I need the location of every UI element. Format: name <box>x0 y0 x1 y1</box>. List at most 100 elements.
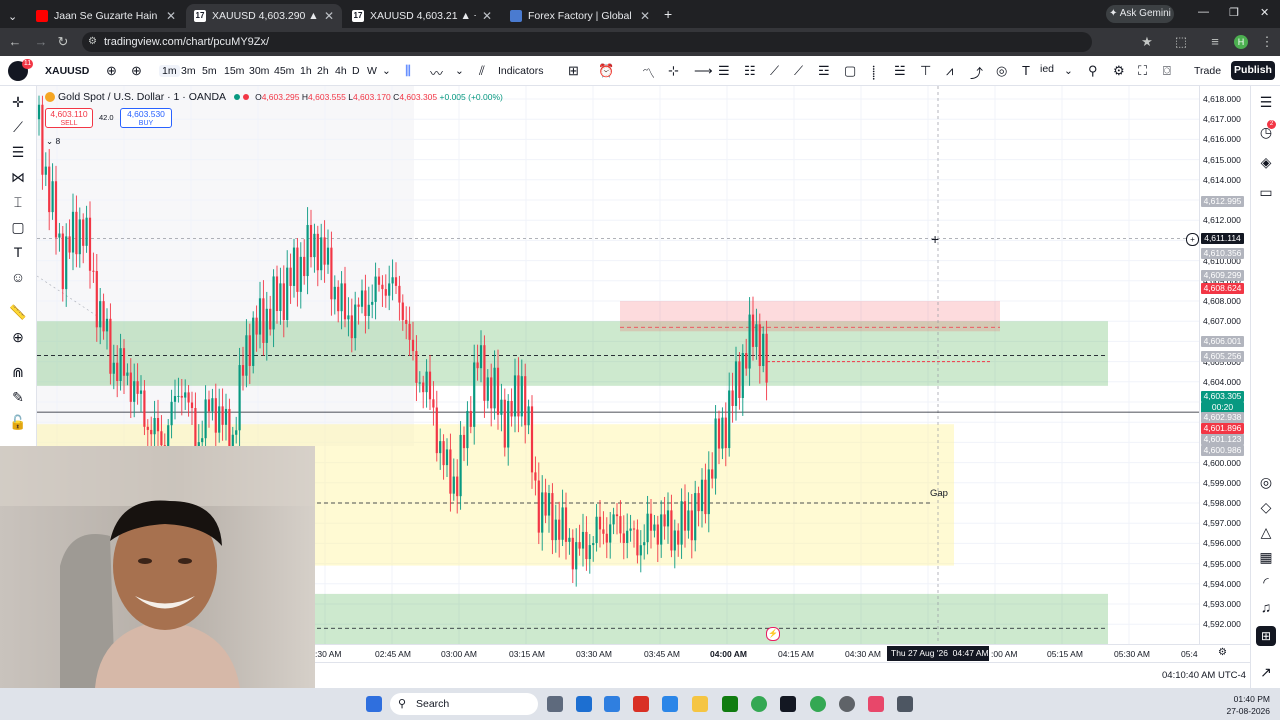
close-icon[interactable]: ✕ <box>640 9 650 23</box>
trend-line-icon[interactable]: ⟋ <box>770 63 779 79</box>
triangle-icon[interactable]: △ <box>1257 524 1275 541</box>
text-anchor-icon[interactable]: ⊤ <box>920 63 931 79</box>
tab-xauusd[interactable]: 17 XAUUSD 4,603.21 ▲ +0.19% U ✕ <box>344 4 500 28</box>
notifications-bell-icon[interactable]: ♫ <box>1257 599 1275 615</box>
text-tool-icon[interactable]: T <box>8 244 28 260</box>
line-chart-type-icon[interactable]: 〰 <box>430 63 443 82</box>
lock-icon[interactable]: 🔓 <box>8 414 28 431</box>
pattern-tool-icon[interactable]: 〽 <box>642 63 655 82</box>
timeframe-dropdown-icon[interactable]: ⌄ <box>382 65 391 77</box>
tab-xauusd-active[interactable]: 17 XAUUSD 4,603.290 ▲ +0.19% U ✕ <box>186 4 342 28</box>
curve-tool-icon[interactable]: ⤴ <box>970 63 983 82</box>
settings-gear-icon[interactable] <box>897 696 913 712</box>
media-icon[interactable]: ≡ <box>1206 34 1224 49</box>
alert-icon[interactable]: ⏰ <box>598 63 614 79</box>
minimize-icon[interactable]: — <box>1198 6 1209 18</box>
lock-drawings-icon[interactable]: ✎ <box>8 389 28 406</box>
timeframe-1m[interactable]: 1m <box>159 65 180 77</box>
chart-type-dropdown-icon[interactable]: ⌄ <box>455 65 464 77</box>
timeframe-15m[interactable]: 15m <box>224 65 244 77</box>
legend-collapse-toggle[interactable]: ⌄ 8 <box>46 136 60 147</box>
new-tab-plus-icon[interactable]: + <box>664 6 672 22</box>
stream-icon[interactable]: ◜ <box>1257 574 1275 591</box>
reload-icon[interactable]: ↻ <box>54 34 72 50</box>
pen-app-icon[interactable] <box>780 696 796 712</box>
taskbar-search-box[interactable]: ⚲ Search <box>390 693 538 715</box>
telegram-icon[interactable] <box>868 696 884 712</box>
emoji-icon[interactable]: ☺ <box>8 269 28 285</box>
close-icon[interactable]: ✕ <box>324 9 334 23</box>
circle-tool-icon[interactable]: ◎ <box>996 63 1007 79</box>
timeframe-30m[interactable]: 30m <box>249 65 269 77</box>
tab-search-button[interactable]: ⌄ <box>0 4 30 28</box>
chrome-profile-icon[interactable] <box>810 696 826 712</box>
red-l-app-icon[interactable] <box>633 696 649 712</box>
timeframe-w[interactable]: W <box>367 65 377 77</box>
timeframe-d[interactable]: D <box>352 65 360 77</box>
sell-button[interactable]: 4,603.110 SELL <box>45 108 93 128</box>
timeframe-5m[interactable]: 5m <box>202 65 217 77</box>
buy-button[interactable]: 4,603.530 BUY <box>120 108 172 128</box>
parallel-channel-icon[interactable]: ☰ <box>718 63 730 79</box>
magnet-icon[interactable]: ⋒ <box>8 364 28 381</box>
back-arrow-icon[interactable]: ← <box>6 34 24 49</box>
scroll-to-date-icon[interactable]: ↗ <box>1257 664 1275 681</box>
extensions-icon[interactable]: ⬚ <box>1172 34 1190 50</box>
timeframe-1h[interactable]: 1h <box>300 65 312 77</box>
brush-icon[interactable]: ⟋ <box>794 63 803 79</box>
timeframe-45m[interactable]: 45m <box>274 65 294 77</box>
tab-youtube[interactable]: Jaan Se Guzarte Hain (Lyrical) | ✕ <box>28 4 184 28</box>
forward-arrow-icon[interactable]: → <box>32 34 50 49</box>
settings-gear-icon[interactable]: ⚙ <box>1113 63 1125 79</box>
prediction-tool-icon[interactable]: ⌶ <box>8 194 28 211</box>
crosshair-tool-icon[interactable]: ✛ <box>8 94 28 111</box>
target-icon[interactable]: ◎ <box>1257 474 1275 491</box>
camera-snapshot-icon[interactable]: ⌼ <box>1163 63 1171 79</box>
chrome-dev-icon[interactable] <box>839 696 855 712</box>
blue-app-icon[interactable] <box>662 696 678 712</box>
publish-button[interactable]: Publish <box>1231 61 1275 80</box>
rectangle-tool-icon[interactable]: ▢ <box>844 63 856 79</box>
site-info-icon[interactable]: ⚙ <box>88 36 97 47</box>
search-icon[interactable]: ⚲ <box>1088 63 1098 79</box>
utc-clock[interactable]: 04:10:40 AM UTC-4 <box>1162 670 1246 681</box>
close-icon[interactable]: ✕ <box>166 9 176 23</box>
more-dropdown-icon[interactable]: ⌄ <box>1064 65 1073 77</box>
time-axis[interactable]: :30 AM 02:45 AM 03:00 AM 03:15 AM 03:30 … <box>315 644 1250 663</box>
calendar-icon[interactable]: ▦ <box>1257 549 1275 566</box>
outlook-icon[interactable] <box>576 696 592 712</box>
maximize-icon[interactable]: ❐ <box>1229 6 1239 19</box>
zoom-in-icon[interactable]: ⊕ <box>8 329 28 346</box>
fib-channel-icon[interactable]: ☲ <box>818 63 830 79</box>
indicators-button[interactable]: Indicators <box>498 65 544 77</box>
trade-button[interactable]: Trade <box>1194 65 1221 77</box>
compare-plus-icon[interactable]: ⊕ <box>106 63 117 79</box>
task-view-icon[interactable] <box>547 696 563 712</box>
ideas-icon[interactable]: ◇ <box>1257 499 1275 516</box>
vertical-line-icon[interactable]: ⸽ <box>872 63 875 81</box>
candles-chart-type-icon[interactable]: ⫼ <box>405 63 411 79</box>
price-axis[interactable]: 4,618.000 4,617.000 4,616.000 4,615.000 4,61… <box>1186 86 1251 644</box>
timeframe-3m[interactable]: 3m <box>181 65 196 77</box>
symbol-search-button[interactable]: XAUUSD <box>45 65 89 77</box>
tab-forex-factory[interactable]: Forex Factory | Global markets f ✕ <box>502 4 658 28</box>
truncated-menu-label[interactable]: ied <box>1040 63 1054 75</box>
close-window-icon[interactable]: ✕ <box>1260 6 1269 19</box>
layers-icon[interactable]: ◈ <box>1257 154 1275 171</box>
bookmark-star-icon[interactable]: ★ <box>1138 34 1156 50</box>
legend-title[interactable]: Gold Spot / U.S. Dollar · 1 · OANDA <box>58 91 226 103</box>
elliott-wave-icon[interactable]: ⩘ <box>946 63 953 79</box>
text-tool-icon[interactable]: T <box>1022 63 1030 78</box>
ruler-icon[interactable]: 📏 <box>8 304 28 321</box>
taskbar-time[interactable]: 01:40 PM <box>1222 694 1270 704</box>
url-field[interactable]: tradingview.com/chart/pcuMY9Zx/ <box>82 32 1092 52</box>
templates-grid-icon[interactable]: ⊞ <box>568 63 579 79</box>
close-icon[interactable]: ✕ <box>482 9 492 23</box>
cross-line-icon[interactable]: ⊹ <box>668 63 679 79</box>
chat-icon[interactable]: ▭ <box>1257 184 1275 201</box>
file-explorer-icon[interactable] <box>692 696 708 712</box>
menu-kebab-icon[interactable]: ⋮ <box>1258 34 1276 50</box>
store-icon[interactable] <box>604 696 620 712</box>
apps-grid-icon[interactable]: ⊞ <box>1256 626 1276 646</box>
geometric-shapes-icon[interactable]: ▢ <box>8 219 28 236</box>
